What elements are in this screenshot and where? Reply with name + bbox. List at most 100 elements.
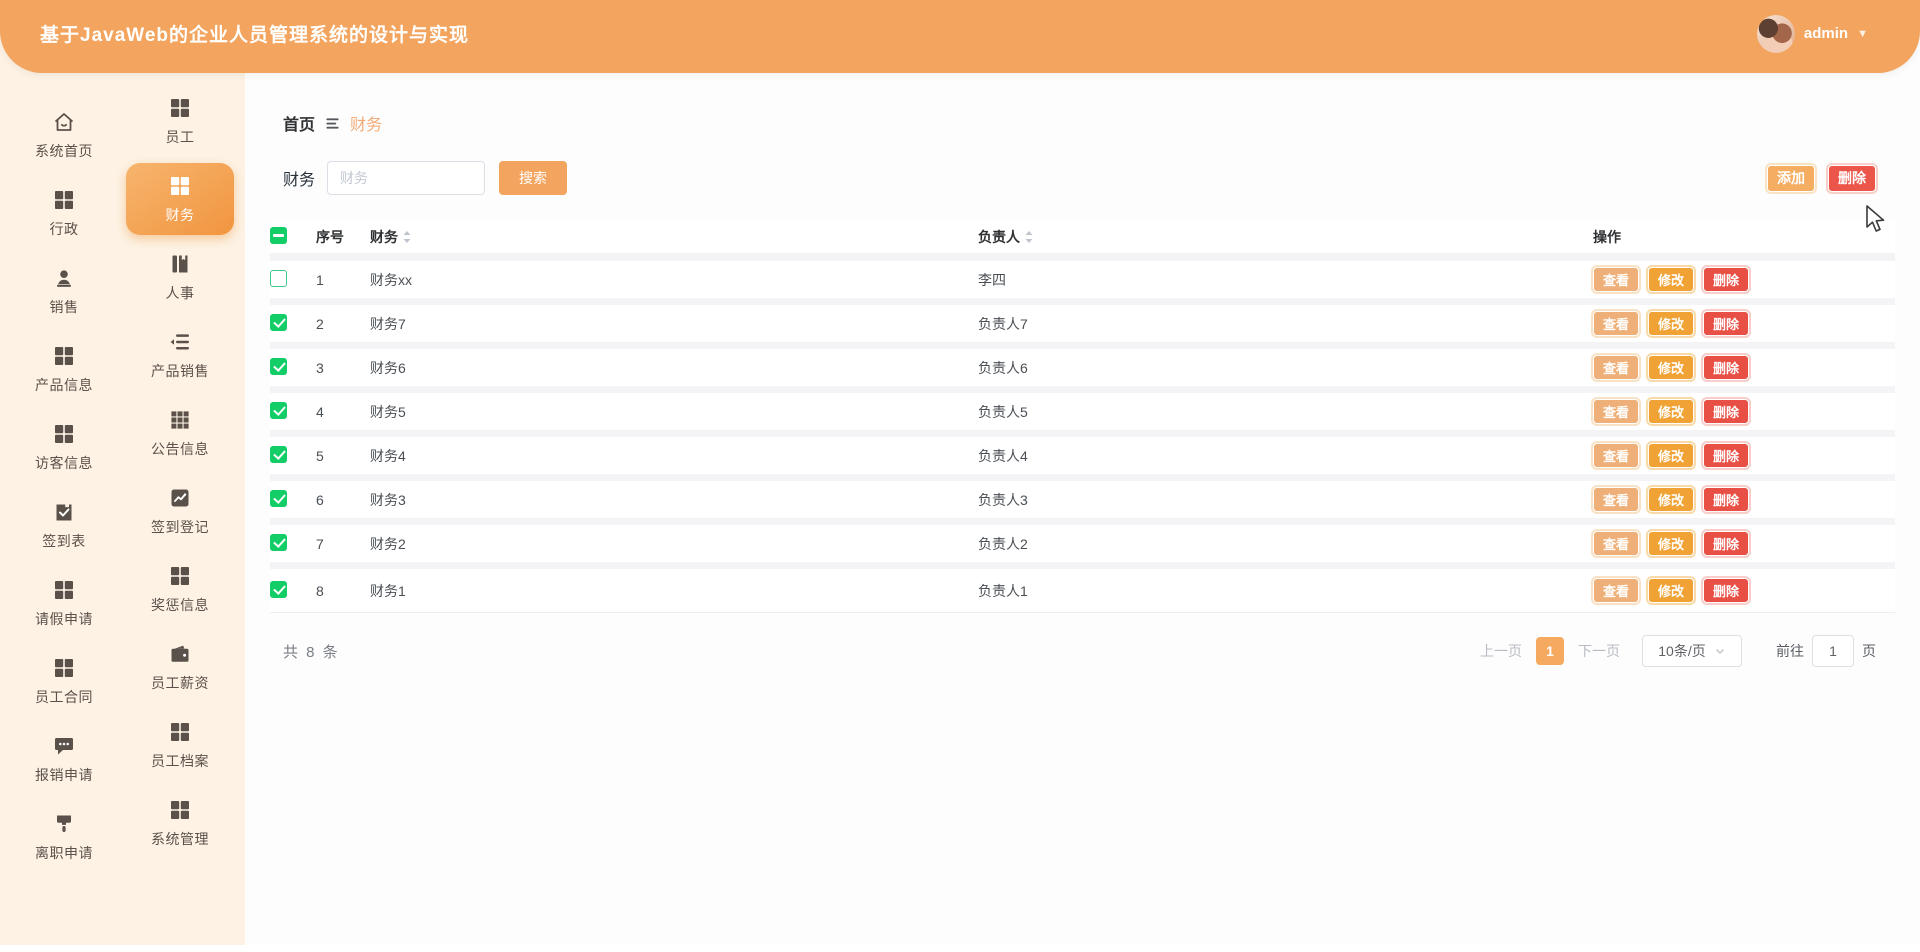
- sidebar-item-label: 产品销售: [151, 362, 209, 379]
- search-button[interactable]: 搜索: [499, 161, 568, 195]
- page-size-select[interactable]: 10条/页: [1642, 635, 1742, 667]
- current-page-button[interactable]: 1: [1536, 637, 1564, 665]
- row-edit-button[interactable]: 修改: [1648, 355, 1695, 380]
- breadcrumb-home[interactable]: 首页: [283, 111, 315, 135]
- grid-icon: [52, 422, 76, 446]
- col-header-name[interactable]: 财务: [370, 227, 398, 247]
- table-footer: 共 8 条 上一页 1 下一页 10条/页 前往 页: [283, 635, 1876, 667]
- row-edit-button[interactable]: 修改: [1648, 399, 1695, 424]
- sidebar-item-4[interactable]: 财务: [126, 163, 234, 235]
- row-view-button[interactable]: 查看: [1593, 399, 1640, 424]
- table-row: 6 财务3 负责人3 查看 修改 删除: [270, 481, 1895, 525]
- row-view-button[interactable]: 查看: [1593, 487, 1640, 512]
- sidebar-item-2[interactable]: 员工: [126, 85, 234, 157]
- row-view-button[interactable]: 查看: [1593, 267, 1640, 292]
- row-delete-button[interactable]: 删除: [1703, 267, 1750, 292]
- sidebar-item-12[interactable]: 签到登记: [126, 475, 234, 547]
- row-edit-button[interactable]: 修改: [1648, 531, 1695, 556]
- chevron-down-icon: [1715, 649, 1724, 654]
- row-delete-button[interactable]: 删除: [1703, 311, 1750, 336]
- row-checkbox[interactable]: [270, 445, 287, 463]
- sidebar-item-3[interactable]: 行政: [10, 177, 118, 249]
- sidebar-item-6[interactable]: 人事: [126, 241, 234, 313]
- grid-icon: [52, 656, 76, 680]
- row-delete-button[interactable]: 删除: [1703, 487, 1750, 512]
- select-all-checkbox[interactable]: [270, 227, 287, 244]
- sidebar-item-label: 系统管理: [151, 830, 209, 847]
- row-checkbox[interactable]: [270, 580, 287, 598]
- sidebar-item-7[interactable]: 产品信息: [10, 333, 118, 405]
- sidebar-item-17[interactable]: 报销申请: [10, 723, 118, 795]
- prev-page-button[interactable]: 上一页: [1480, 641, 1522, 661]
- row-edit-button[interactable]: 修改: [1648, 267, 1695, 292]
- row-view-button[interactable]: 查看: [1593, 443, 1640, 468]
- col-header-owner[interactable]: 负责人: [978, 227, 1020, 247]
- row-index: 1: [316, 271, 324, 288]
- sidebar-menu: 系统首页 员工 行政 财务 销售 人事 产品信息 产品销售 访客信息 公告信息 …: [0, 0, 245, 876]
- avatar[interactable]: [1756, 14, 1795, 53]
- add-button[interactable]: 添加: [1767, 164, 1815, 192]
- row-edit-button[interactable]: 修改: [1648, 311, 1695, 336]
- row-owner: 负责人7: [978, 315, 1028, 332]
- row-index: 3: [316, 359, 324, 376]
- row-view-button[interactable]: 查看: [1593, 578, 1640, 603]
- row-edit-button[interactable]: 修改: [1648, 443, 1695, 468]
- row-checkbox[interactable]: [270, 533, 287, 551]
- sidebar-item-label: 销售: [49, 298, 79, 315]
- sidebar-item-14[interactable]: 奖惩信息: [126, 553, 234, 625]
- sidebar-item-15[interactable]: 员工合同: [10, 645, 118, 717]
- sidebar-item-18[interactable]: 员工档案: [126, 709, 234, 781]
- row-checkbox[interactable]: [270, 313, 287, 331]
- sidebar-item-label: 员工档案: [151, 752, 209, 769]
- row-name: 财务xx: [370, 271, 412, 288]
- table-row: 8 财务1 负责人1 查看 修改 删除: [270, 569, 1895, 613]
- grid-icon: [168, 174, 192, 198]
- breadcrumb-current: 财务: [350, 117, 383, 134]
- row-name: 财务5: [370, 403, 406, 420]
- sidebar-item-19[interactable]: 离职申请: [10, 801, 118, 873]
- trend-chart-icon: [168, 486, 192, 510]
- row-edit-button[interactable]: 修改: [1648, 578, 1695, 603]
- search-label: 财务: [283, 172, 316, 189]
- goto-page-input[interactable]: [1812, 635, 1854, 667]
- row-checkbox[interactable]: [270, 269, 287, 287]
- next-page-button[interactable]: 下一页: [1578, 641, 1620, 661]
- sidebar-item-20[interactable]: 系统管理: [126, 787, 234, 859]
- row-owner: 负责人4: [978, 447, 1028, 464]
- sort-icon[interactable]: [402, 230, 412, 244]
- row-checkbox[interactable]: [270, 401, 287, 419]
- row-delete-button[interactable]: 删除: [1703, 355, 1750, 380]
- row-view-button[interactable]: 查看: [1593, 531, 1640, 556]
- sidebar-item-5[interactable]: 销售: [10, 255, 118, 327]
- sidebar-item-10[interactable]: 公告信息: [126, 397, 234, 469]
- sidebar-item-13[interactable]: 请假申请: [10, 567, 118, 639]
- page-title: 基于JavaWeb的企业人员管理系统的设计与实现: [40, 25, 470, 46]
- app: 系统首页 员工 行政 财务 销售 人事 产品信息 产品销售 访客信息 公告信息 …: [0, 0, 1920, 952]
- row-name: 财务6: [370, 359, 406, 376]
- sidebar-item-label: 报销申请: [35, 766, 93, 783]
- row-delete-button[interactable]: 删除: [1703, 399, 1750, 424]
- sidebar-item-1[interactable]: 系统首页: [10, 99, 118, 171]
- row-view-button[interactable]: 查看: [1593, 311, 1640, 336]
- row-name: 财务7: [370, 315, 406, 332]
- row-delete-button[interactable]: 删除: [1703, 531, 1750, 556]
- search-input[interactable]: [327, 161, 486, 195]
- row-delete-button[interactable]: 删除: [1703, 578, 1750, 603]
- user-icon: [52, 266, 76, 290]
- sidebar-item-11[interactable]: 签到表: [10, 489, 118, 561]
- sidebar-item-label: 行政: [49, 220, 79, 237]
- col-header-actions: 操作: [1593, 229, 1621, 245]
- sort-icon[interactable]: [1024, 230, 1034, 244]
- row-checkbox[interactable]: [270, 489, 287, 507]
- sidebar-item-9[interactable]: 访客信息: [10, 411, 118, 483]
- row-owner: 负责人5: [978, 403, 1028, 420]
- user-menu[interactable]: admin ▼: [1756, 14, 1868, 53]
- delete-button[interactable]: 删除: [1828, 164, 1876, 192]
- row-checkbox[interactable]: [270, 357, 287, 375]
- sidebar-item-16[interactable]: 员工薪资: [126, 631, 234, 703]
- row-edit-button[interactable]: 修改: [1648, 487, 1695, 512]
- row-view-button[interactable]: 查看: [1593, 355, 1640, 380]
- row-delete-button[interactable]: 删除: [1703, 443, 1750, 468]
- sidebar-item-8[interactable]: 产品销售: [126, 319, 234, 391]
- row-index: 4: [316, 403, 324, 420]
